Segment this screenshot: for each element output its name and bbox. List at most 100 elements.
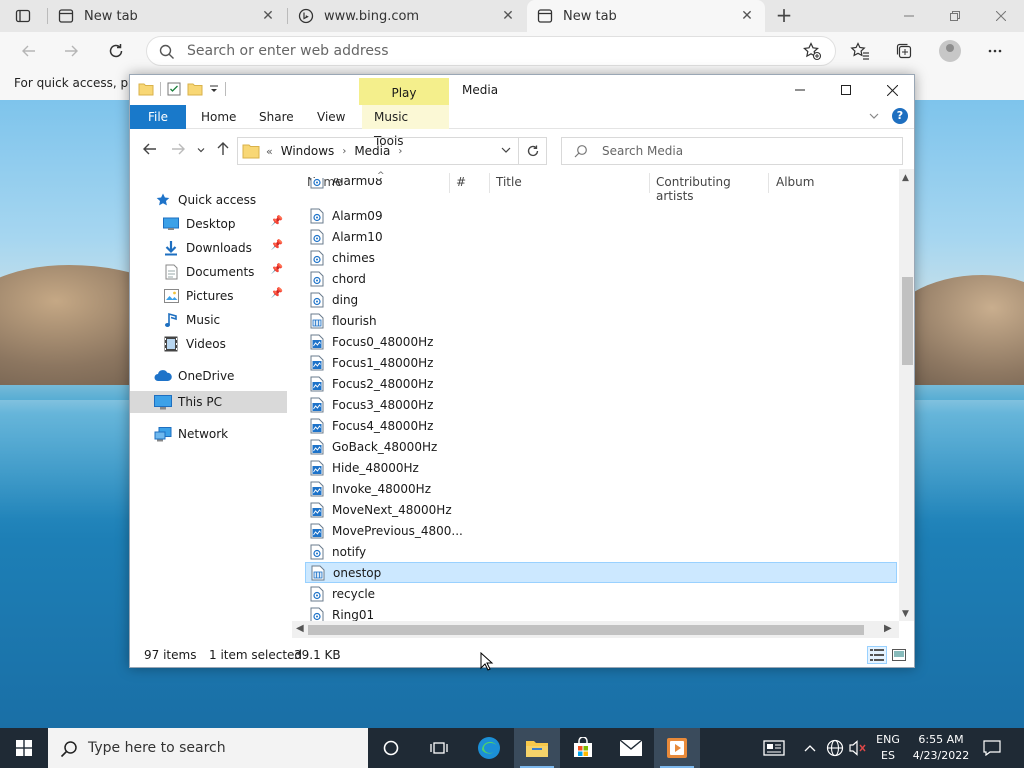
action-center-button[interactable] <box>974 728 1010 768</box>
path-dropdown-icon[interactable] <box>500 144 512 159</box>
tray-news-button[interactable] <box>752 728 796 768</box>
browser-close-button[interactable] <box>978 0 1024 32</box>
nav-item-quick-access[interactable]: Quick access <box>130 189 287 211</box>
ribbon-tab-share[interactable]: Share <box>247 105 306 129</box>
ribbon-tab-home[interactable]: Home <box>189 105 248 129</box>
refresh-button[interactable] <box>104 39 128 63</box>
breadcrumb-chevron-icon[interactable]: › <box>342 146 346 157</box>
folder-icon[interactable] <box>138 82 154 96</box>
file-row[interactable]: chord <box>305 268 897 289</box>
profile-avatar[interactable] <box>939 40 961 62</box>
large-icons-view-button[interactable] <box>889 646 909 664</box>
breadcrumb-windows[interactable]: Windows <box>281 144 335 158</box>
file-row[interactable]: ding <box>305 289 897 310</box>
new-folder-icon[interactable] <box>187 82 203 96</box>
explorer-close-button[interactable] <box>869 75 914 105</box>
breadcrumb-overflow[interactable]: « <box>266 145 273 158</box>
customize-dropdown-icon[interactable] <box>209 84 219 94</box>
tray-language-indicator[interactable]: ENG ES <box>868 732 908 764</box>
vertical-scrollbar[interactable]: ▲ ▼ <box>899 169 914 621</box>
expand-ribbon-icon[interactable] <box>868 110 880 122</box>
file-row[interactable]: Focus3_48000Hz <box>305 394 897 415</box>
tab-close-icon[interactable]: ✕ <box>260 8 276 24</box>
file-row[interactable]: GoBack_48000Hz <box>305 436 897 457</box>
breadcrumb-media[interactable]: Media <box>354 144 390 158</box>
back-button[interactable] <box>142 141 158 161</box>
file-row[interactable]: onestop <box>305 562 897 583</box>
file-row[interactable]: Focus1_48000Hz <box>305 352 897 373</box>
tray-volume-button[interactable] <box>846 728 870 768</box>
new-tab-button[interactable]: + <box>772 4 796 28</box>
explorer-minimize-button[interactable] <box>777 75 823 105</box>
file-row[interactable]: Hide_48000Hz <box>305 457 897 478</box>
refresh-button[interactable] <box>519 137 547 165</box>
file-row[interactable]: Alarm08 <box>305 178 897 192</box>
scroll-right-icon[interactable]: ▶ <box>884 623 892 634</box>
tray-network-button[interactable] <box>822 728 848 768</box>
tray-show-hidden-icons[interactable] <box>798 728 822 768</box>
browser-minimize-button[interactable] <box>886 0 932 32</box>
file-row[interactable]: Alarm09 <box>305 205 897 226</box>
taskbar-app-store[interactable] <box>560 728 606 768</box>
taskbar-app-media-player[interactable] <box>654 728 700 768</box>
nav-item-network[interactable]: Network <box>130 423 287 445</box>
browser-restore-button[interactable] <box>932 0 978 32</box>
search-media-input[interactable]: Search Media <box>561 137 903 165</box>
forward-button[interactable] <box>59 39 83 63</box>
help-icon[interactable]: ? <box>892 108 908 124</box>
tab-close-icon[interactable]: ✕ <box>739 8 755 24</box>
file-row[interactable]: chimes <box>305 247 897 268</box>
add-favorite-button[interactable] <box>801 40 823 62</box>
file-row[interactable]: Alarm10 <box>305 226 897 247</box>
cortana-button[interactable] <box>368 728 414 768</box>
file-row[interactable]: Focus0_48000Hz <box>305 331 897 352</box>
nav-item-desktop[interactable]: Desktop 📌 <box>130 213 287 235</box>
breadcrumb-chevron-icon[interactable]: › <box>398 146 402 157</box>
file-row[interactable]: Focus4_48000Hz <box>305 415 897 436</box>
tray-clock[interactable]: 6:55 AM 4/23/2022 <box>910 732 972 764</box>
nav-item-music[interactable]: Music <box>130 309 287 331</box>
nav-item-downloads[interactable]: Downloads 📌 <box>130 237 287 259</box>
nav-item-documents[interactable]: Documents 📌 <box>130 261 287 283</box>
scroll-left-icon[interactable]: ◀ <box>296 623 304 634</box>
back-button[interactable] <box>17 39 41 63</box>
collections-button[interactable] <box>893 40 915 62</box>
context-tab-play[interactable]: Play <box>359 78 449 105</box>
horizontal-scrollbar[interactable]: ◀ ▶ <box>292 621 899 638</box>
nav-item-this-pc[interactable]: This PC <box>130 391 287 413</box>
task-view-button[interactable] <box>416 728 462 768</box>
forward-button[interactable] <box>170 141 186 161</box>
start-button[interactable] <box>0 728 48 768</box>
file-row[interactable]: MovePrevious_4800... <box>305 520 897 541</box>
file-row[interactable]: Invoke_48000Hz <box>305 478 897 499</box>
file-row[interactable]: Focus2_48000Hz <box>305 373 897 394</box>
ribbon-tab-music-tools[interactable]: Music Tools <box>362 105 449 148</box>
explorer-maximize-button[interactable] <box>823 75 869 105</box>
taskbar-search-box[interactable]: Type here to search <box>48 728 368 768</box>
file-row[interactable]: recycle <box>305 583 897 604</box>
file-row[interactable]: notify <box>305 541 897 562</box>
taskbar-app-edge[interactable] <box>466 728 512 768</box>
horizontal-scroll-thumb[interactable] <box>308 625 864 635</box>
file-row[interactable]: MoveNext_48000Hz <box>305 499 897 520</box>
ribbon-tab-view[interactable]: View <box>305 105 357 129</box>
settings-more-button[interactable] <box>984 40 1006 62</box>
nav-item-pictures[interactable]: Pictures 📌 <box>130 285 287 307</box>
address-bar[interactable]: Search or enter web address <box>146 36 836 66</box>
tab-close-icon[interactable]: ✕ <box>500 8 516 24</box>
details-view-button[interactable] <box>867 646 887 664</box>
nav-item-onedrive[interactable]: OneDrive <box>130 365 287 387</box>
tab-actions-button[interactable] <box>8 5 38 27</box>
vertical-scroll-thumb[interactable] <box>902 277 913 365</box>
browser-tab-1[interactable]: New tab ✕ <box>48 0 286 32</box>
up-button[interactable] <box>215 141 231 161</box>
properties-icon[interactable] <box>167 82 181 96</box>
browser-tab-3-active[interactable]: New tab ✕ <box>527 0 765 32</box>
browser-tab-2[interactable]: www.bing.com ✕ <box>288 0 526 32</box>
taskbar-app-mail[interactable] <box>608 728 654 768</box>
taskbar-app-file-explorer[interactable] <box>514 728 560 768</box>
scroll-up-icon[interactable]: ▲ <box>902 173 909 183</box>
nav-item-videos[interactable]: Videos <box>130 333 287 355</box>
address-path-bar[interactable]: « Windows › Media › <box>237 137 519 165</box>
favorites-button[interactable] <box>849 40 871 62</box>
